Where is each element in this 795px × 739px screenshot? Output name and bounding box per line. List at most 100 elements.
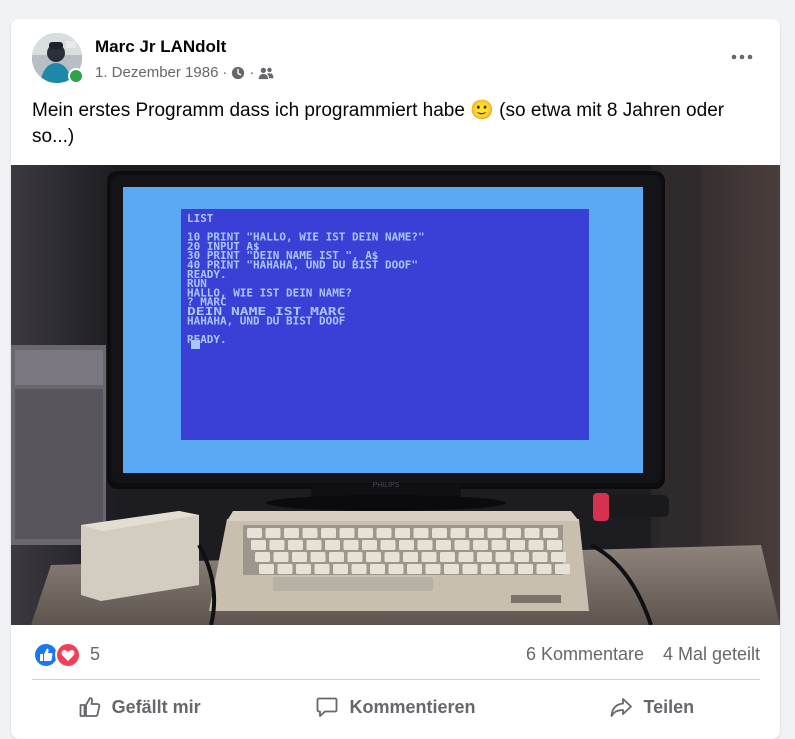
keyboard-key — [292, 552, 307, 562]
like-button-label: Gefällt mir — [111, 696, 201, 717]
keyboard-key — [302, 528, 318, 538]
keyboard-key — [288, 540, 303, 550]
actions-divider — [32, 679, 760, 680]
online-status-indicator — [68, 68, 84, 84]
thumbs-up-icon — [79, 697, 100, 717]
comment-button-label: Kommentieren — [349, 696, 476, 717]
keyboard-key — [506, 528, 521, 538]
keyboard-key — [551, 552, 566, 562]
share-icon — [611, 698, 633, 717]
keyboard-key — [518, 564, 533, 574]
comment-button[interactable]: Kommentieren — [267, 685, 523, 729]
keyboard-key — [462, 564, 478, 574]
keyboard-key — [495, 552, 511, 562]
keyboard-key — [436, 540, 451, 550]
monitor-brand-label: PHILIPS — [373, 482, 400, 489]
keyboard-key — [247, 528, 262, 538]
shares-count[interactable]: 4 Mal geteilt — [663, 644, 760, 665]
post-photo[interactable]: LIST 10 PRINT "HALLO, WIE IST DEIN NAME?"… — [11, 165, 780, 625]
keyboard-key — [325, 540, 340, 550]
keyboard-key — [384, 552, 400, 562]
keyboard-key — [450, 528, 466, 538]
keyboard-key — [251, 540, 266, 550]
reaction-count[interactable]: 5 — [90, 644, 100, 665]
keyboard-key — [376, 528, 392, 538]
keyboard-key — [347, 552, 363, 562]
keyboard-key — [343, 540, 359, 550]
screen-text-line: READY. — [187, 333, 227, 346]
keyboard-key — [454, 540, 470, 550]
friends-icon[interactable] — [258, 66, 274, 80]
keyboard-key — [543, 528, 558, 538]
keyboard-key — [333, 564, 348, 574]
comments-count[interactable]: 6 Kommentare — [526, 644, 644, 665]
keyboard-key — [395, 528, 410, 538]
keyboard-key — [421, 552, 437, 562]
keyboard-key — [432, 528, 447, 538]
meta-separator: · — [249, 64, 255, 81]
keyboard-key — [413, 528, 429, 538]
keyboard-key — [366, 552, 381, 562]
keyboard-key — [358, 528, 373, 538]
keyboard-key — [269, 540, 285, 550]
author-name[interactable]: Marc Jr LANdolt — [95, 37, 226, 57]
keyboard-key — [514, 552, 529, 562]
keyboard-key — [388, 564, 404, 574]
more-options-icon — [731, 54, 753, 60]
keyboard-key — [284, 528, 299, 538]
keyboard-key — [555, 564, 570, 574]
keyboard-key — [351, 564, 367, 574]
keyboard-key — [491, 540, 507, 550]
keyboard-key — [314, 564, 330, 574]
keyboard-key — [399, 540, 414, 550]
keyboard-key — [255, 552, 270, 562]
screen-text-line: LIST — [187, 212, 214, 225]
keyboard-key — [444, 564, 459, 574]
keyboard-key — [481, 564, 496, 574]
share-button[interactable]: Teilen — [524, 685, 780, 729]
keyboard-key — [510, 540, 525, 550]
keyboard-key — [277, 564, 293, 574]
keyboard-key — [528, 540, 544, 550]
love-reaction-icon — [55, 642, 81, 668]
keyboard-key — [265, 528, 281, 538]
post-header: Marc Jr LANdolt 1. Dezember 1986 · · — [11, 19, 780, 99]
keyboard-key — [407, 564, 422, 574]
comment-icon — [317, 697, 338, 717]
keyboard-key — [403, 552, 418, 562]
keyboard-key — [547, 540, 562, 550]
keyboard-key — [458, 552, 474, 562]
post-actions: Gefällt mir Kommentieren Teilen — [11, 685, 780, 729]
meta-separator: · — [222, 64, 228, 81]
keyboard-key — [310, 552, 326, 562]
post-text: Mein erstes Programm dass ich programmie… — [32, 100, 725, 147]
clock-icon — [232, 66, 245, 79]
keyboard-key — [477, 552, 492, 562]
keyboard-key — [499, 564, 515, 574]
share-button-label: Teilen — [643, 696, 695, 717]
keyboard-key — [473, 540, 488, 550]
keyboard-key — [524, 528, 540, 538]
keyboard-key — [321, 528, 336, 538]
keyboard-key — [339, 528, 355, 538]
keyboard-key — [532, 552, 548, 562]
keyboard-key — [259, 564, 274, 574]
post-stats: 5 6 Kommentare 4 Mal geteilt — [11, 625, 780, 681]
keyboard-key — [536, 564, 552, 574]
keyboard-key — [329, 552, 344, 562]
screen-text-line: HAHAHA, UND DU BIST DOOF — [187, 314, 345, 327]
keyboard-key — [362, 540, 377, 550]
keyboard-key — [440, 552, 455, 562]
keyboard-key — [370, 564, 385, 574]
reaction-icons[interactable] — [33, 642, 81, 668]
keyboard-key — [380, 540, 396, 550]
post-meta: 1. Dezember 1986 · · — [95, 64, 274, 81]
keyboard-key — [487, 528, 503, 538]
keyboard-key — [296, 564, 311, 574]
post-date[interactable]: 1. Dezember 1986 — [95, 64, 218, 81]
keyboard-key — [306, 540, 322, 550]
keyboard-key — [425, 564, 441, 574]
like-button[interactable]: Gefällt mir — [11, 685, 267, 729]
photo-c64-monitor: LIST10 PRINT "HALLO, WIE IST DEIN NAME?"… — [11, 165, 780, 625]
more-options-button[interactable] — [724, 45, 760, 69]
